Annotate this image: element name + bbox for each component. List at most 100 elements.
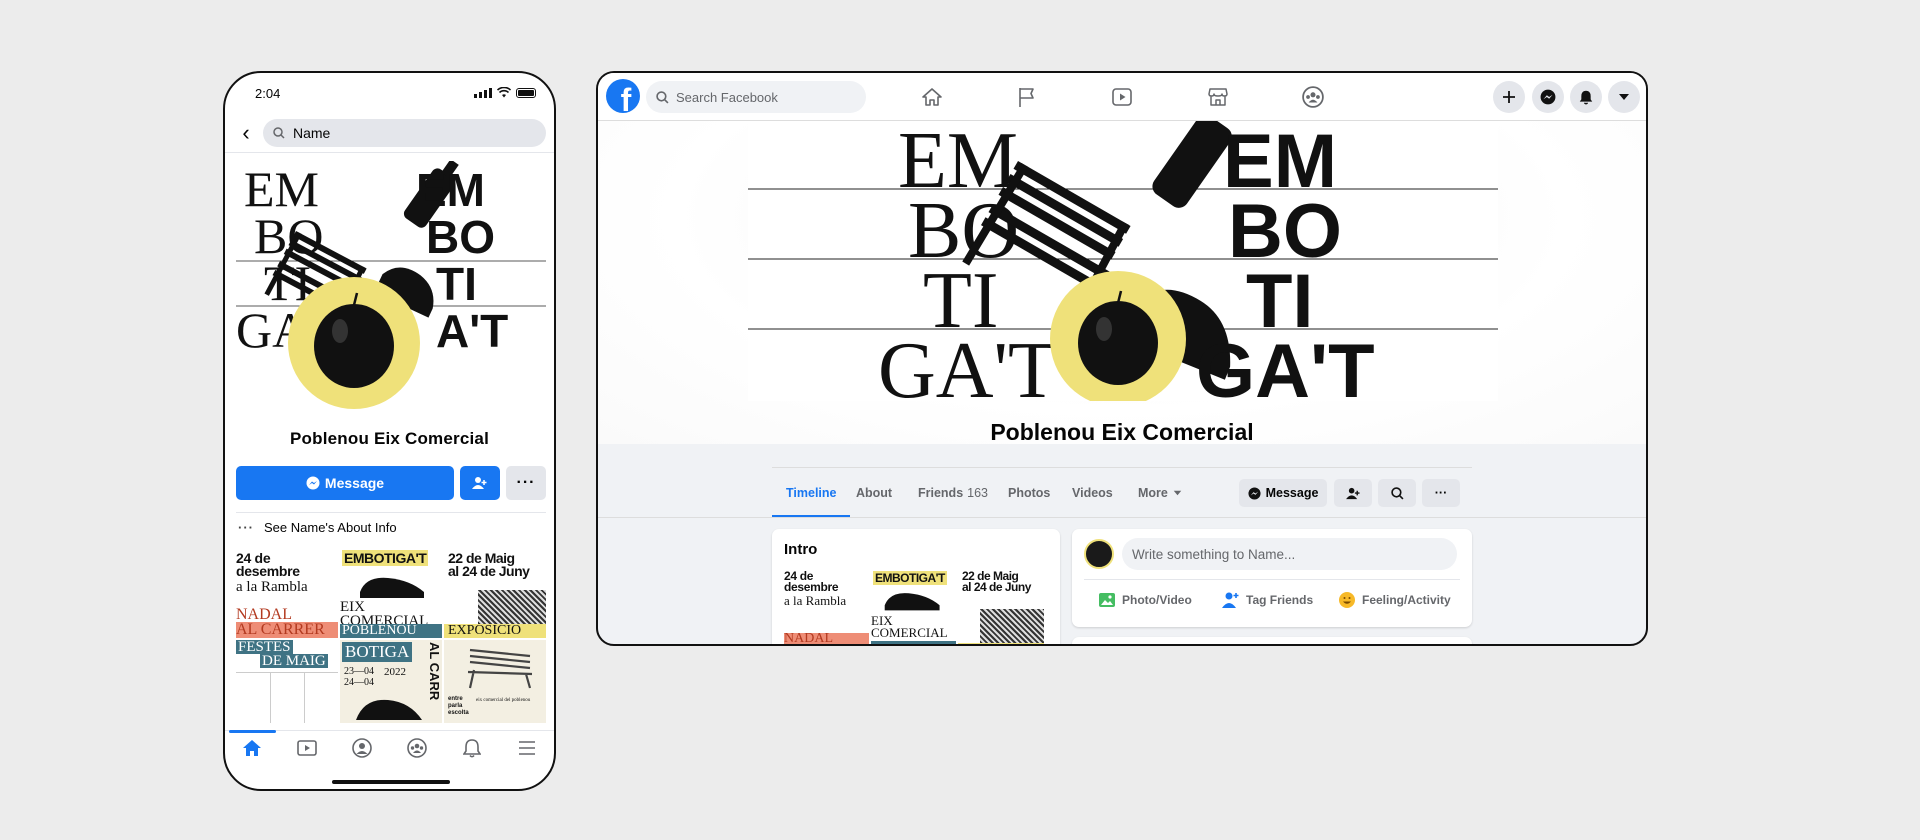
poster-maig[interactable]: 22 de Maig al 24 de Juny EXPOSICIO [444,550,546,638]
tab-label: Timeline [786,486,837,500]
tab-home[interactable] [225,730,280,764]
poster-text: AL CARRER [236,621,325,638]
search-icon [1390,486,1403,499]
bell-icon [462,738,481,758]
status-bar: 2:04 [225,73,554,111]
mobile-search-value: Name [293,125,331,141]
apple-illustration [314,304,394,388]
tag-friends-button[interactable]: Tag Friends [1222,591,1313,609]
tab-videos[interactable]: Videos [1072,468,1113,518]
cover-right-line-3: TI [436,258,477,310]
mobile-follow-button[interactable] [460,466,500,500]
desktop-cover-photo: EM BO TI GA'T EM BO TI GA'T [748,121,1498,401]
nav-groups-icon[interactable] [1299,83,1327,111]
poster-text: al 24 de Juny [448,563,530,579]
poster-embotigat[interactable]: EMBOTIGA'T EIX COMERCIAL POBLENOU [340,550,442,638]
account-menu-button[interactable] [1608,81,1640,113]
poster-text: desembre [236,563,300,579]
caret-down-icon [1619,94,1629,100]
poster-text: EXPOSICIO [444,624,546,638]
messenger-icon [306,476,320,490]
tab-groups[interactable] [389,731,444,764]
poster-illustration [478,590,546,624]
tab-menu[interactable] [499,731,554,764]
desktop-search-input[interactable]: Search Facebook [646,81,866,113]
mobile-search-input[interactable]: Name [263,119,546,147]
more-dots-icon: ··· [516,474,536,491]
intro-card: Intro 24 de desembre a la Rambla NADAL E… [772,529,1060,644]
tab-more[interactable]: More [1138,468,1182,518]
poster-nadal[interactable]: 24 de desembre a la Rambla NADAL [784,571,869,644]
poster-text: EMBOTIGA'T [342,550,429,566]
tab-watch[interactable] [280,731,335,764]
smiley-icon [1339,592,1355,608]
notifications-button[interactable] [1570,81,1602,113]
nav-home-icon[interactable] [918,83,946,111]
tab-label: About [856,486,893,500]
desktop-page-name: Poblenou Eix Comercial [990,419,1254,445]
caret-down-icon [1173,490,1182,496]
poster-text: 24—04 [344,677,374,688]
facebook-logo-icon[interactable]: f [606,79,640,113]
poster-festes[interactable]: FESTES DE MAIG [236,640,338,723]
desktop-more-button[interactable]: ··· [1422,479,1460,507]
tab-timeline[interactable]: Timeline [772,468,851,518]
cover-right-line-4: GA'T [1196,329,1375,401]
tab-label: More [1138,486,1168,500]
logo-letter: f [620,82,632,113]
mobile-page-name: Poblenou Eix Comercial [289,429,489,448]
poster-bench[interactable]: entre parla escolta eix comercial del po… [444,640,546,723]
mobile-photo-grid: 24 de desembre a la Rambla NADAL AL CARR… [236,550,546,723]
photo-video-button[interactable]: Photo/Video [1098,591,1192,609]
mobile-message-button[interactable]: Message [236,466,454,500]
desktop-message-button[interactable]: Message [1239,479,1327,507]
about-dots-icon: ··· [238,520,254,535]
tab-friends[interactable]: Friends 163 [918,468,988,518]
home-icon [243,739,262,756]
poster-text: COMERCIAL [871,625,948,640]
tab-photos[interactable]: Photos [1008,468,1050,518]
feeling-activity-button[interactable]: Feeling/Activity [1338,591,1451,609]
desktop-follow-button[interactable] [1334,479,1372,507]
poster-text: escolta [448,710,469,716]
poster-text: entre [448,696,463,702]
composer-card: Write something to Name... Photo/Video T… [1072,529,1472,627]
next-post-card [1072,637,1472,644]
create-plus-button[interactable] [1493,81,1525,113]
poster-embotigat[interactable]: EMBOTIGA'T EIX COMERCIAL [871,571,956,644]
cover-right-line-1: EM [416,164,485,216]
poster-botiga[interactable]: BOTIGA 23—04 24—04 2022 AL CARR [340,640,442,723]
poster-text: FESTES [236,640,293,655]
poster-text: a la Rambla [236,579,308,595]
nav-marketplace-icon[interactable] [1204,83,1232,111]
cover-right-line-2: BO [426,211,495,263]
shoe-icon [884,593,940,611]
composer-input[interactable]: Write something to Name... [1122,538,1457,570]
bell-icon [1579,90,1593,105]
back-arrow-icon[interactable]: ‹ [235,122,257,145]
wifi-icon [497,87,511,98]
poster-text: eix comercial del poblenou [476,698,531,703]
profile-tabs: Timeline About Friends 163 Photos Videos … [772,467,1472,518]
poster-text: BOTIGA [342,642,412,662]
nav-pages-flag-icon[interactable] [1013,83,1041,111]
mobile-more-button[interactable]: ··· [506,466,546,500]
poster-text: parla [448,703,463,709]
shoe-icon [356,699,422,720]
tab-notifications[interactable] [444,731,499,764]
tag-friends-icon [1222,592,1239,608]
tab-profile[interactable] [335,731,390,764]
messenger-icon [1540,89,1556,105]
tag-friends-label: Tag Friends [1246,593,1314,607]
messenger-button[interactable] [1532,81,1564,113]
poster-text: al 24 de Juny [962,580,1031,594]
desktop-search-page-button[interactable] [1378,479,1416,507]
page-avatar[interactable] [1084,539,1114,569]
tab-about[interactable]: About [856,468,892,518]
cover-right-line-4: A'T [436,305,508,357]
poster-nadal[interactable]: 24 de desembre a la Rambla NADAL AL CARR… [236,550,338,638]
tab-label: Friends [918,486,964,500]
nav-watch-icon[interactable] [1108,83,1136,111]
poster-maig[interactable]: 22 de Maig al 24 de Juny [958,571,1044,644]
mobile-about-row[interactable]: ··· See Name's About Info [236,512,546,542]
